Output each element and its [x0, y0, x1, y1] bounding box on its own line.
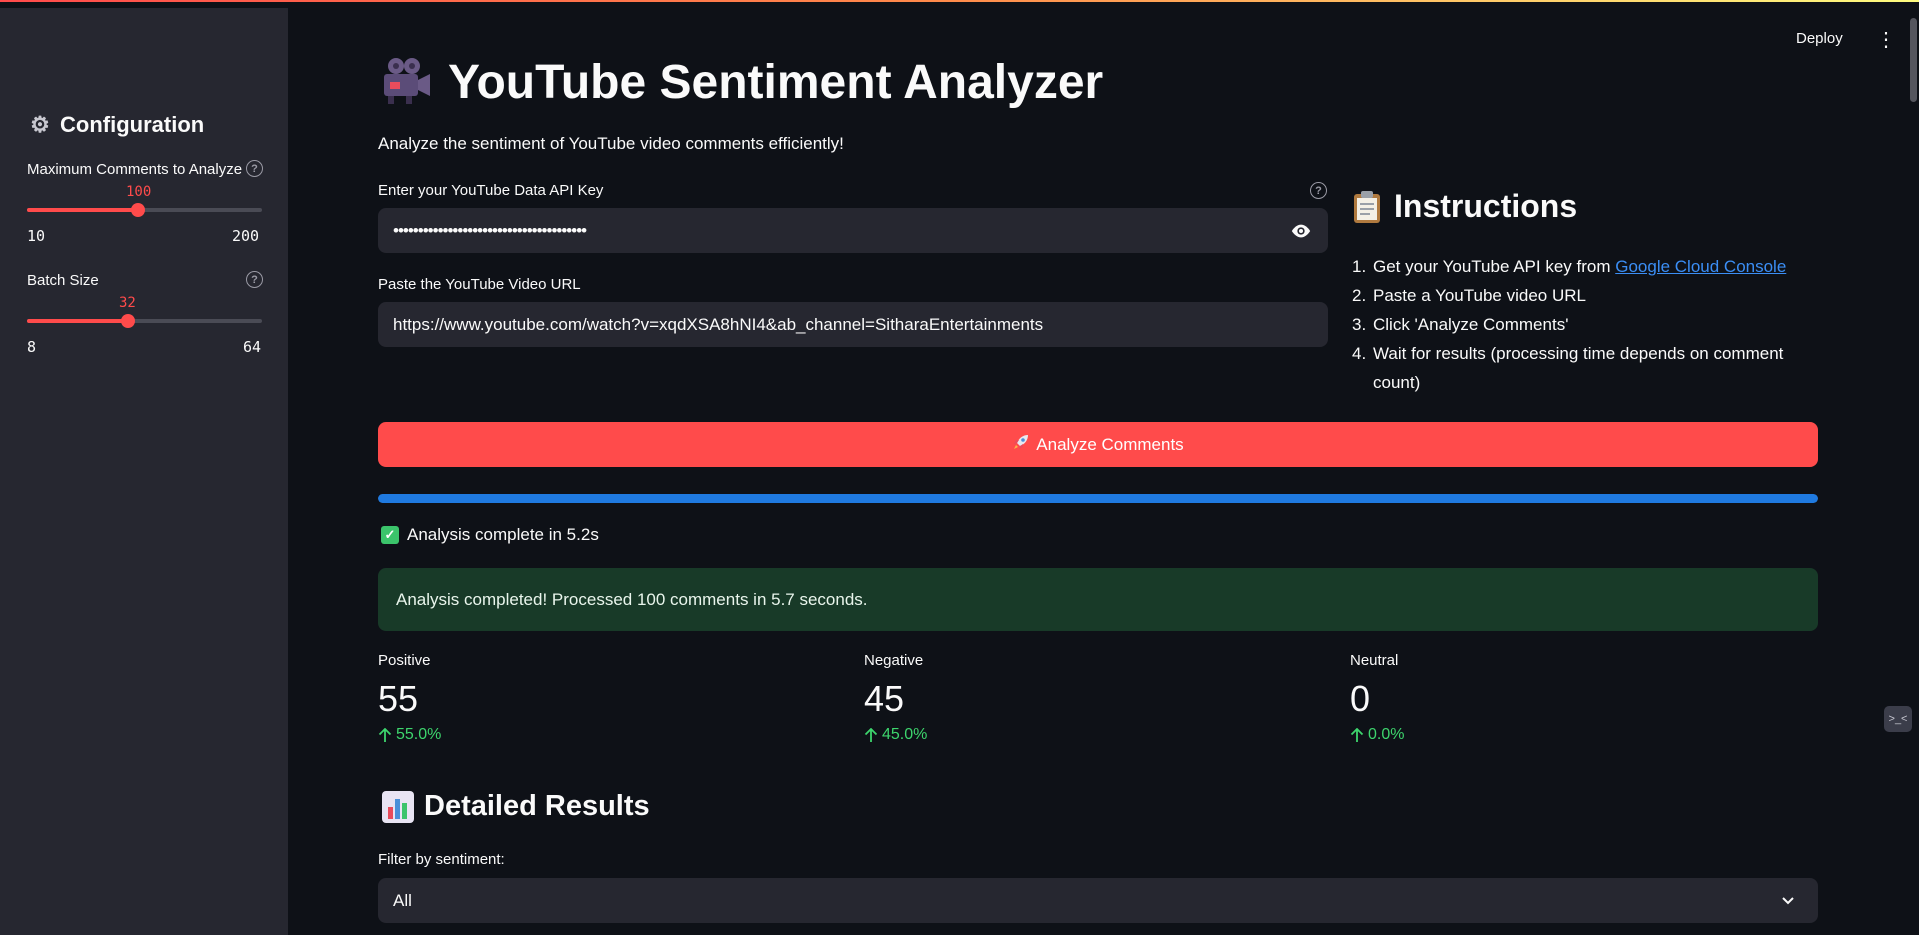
status-line: ✓ Analysis complete in 5.2s — [381, 525, 599, 545]
page-title-text: YouTube Sentiment Analyzer — [448, 55, 1104, 109]
batch-size-max: 64 — [243, 338, 262, 356]
instructions-title-text: Instructions — [1394, 188, 1578, 224]
api-key-label: Enter your YouTube Data API Key — [378, 182, 604, 199]
batch-size-value: 32 — [119, 295, 136, 311]
step-text: Click 'Analyze Comments' — [1373, 315, 1569, 334]
metric-delta-text: 45.0% — [882, 726, 928, 743]
video-url-label: Paste the YouTube Video URL — [378, 276, 581, 293]
scrollbar[interactable] — [1910, 18, 1917, 102]
step-text-part: Get your YouTube API key from — [1373, 257, 1616, 276]
analyze-button-label: Analyze Comments — [1036, 434, 1184, 454]
clipboard-icon — [1352, 190, 1382, 224]
sidebar-title-text: Configuration — [60, 112, 205, 137]
progress-bar-fill — [378, 494, 1818, 503]
filter-label: Filter by sentiment: — [378, 851, 505, 868]
analyze-comments-button[interactable]: Analyze Comments — [378, 422, 1818, 467]
instructions-title: Instructions — [1352, 188, 1577, 225]
metric-delta-text: 0.0% — [1368, 726, 1405, 743]
instruction-step: 2. Paste a YouTube video URL — [1352, 281, 1792, 310]
metric-label: Positive — [378, 652, 431, 669]
streamlit-badge-icon[interactable]: >_< — [1884, 706, 1912, 732]
help-icon[interactable]: ? — [246, 271, 263, 288]
detailed-results-title: Detailed Results — [382, 790, 650, 823]
arrow-up-icon — [1350, 727, 1364, 742]
instruction-step: 1. Get your YouTube API key from Google … — [1352, 252, 1792, 281]
video-url-input[interactable]: https://www.youtube.com/watch?v=xqdXSA8h… — [378, 302, 1328, 347]
api-key-value: ••••••••••••••••••••••••••••••••••••••• — [393, 220, 587, 240]
status-text: Analysis complete in 5.2s — [407, 525, 599, 544]
metric-label: Negative — [864, 652, 924, 669]
instruction-step: 3. Click 'Analyze Comments' — [1352, 310, 1792, 339]
metric-value: 0 — [1350, 678, 1371, 719]
metric-value: 55 — [378, 678, 419, 719]
arrow-up-icon — [864, 727, 878, 742]
step-number: 3. — [1352, 315, 1367, 334]
sidebar: ⚙ Configuration Maximum Comments to Anal… — [0, 8, 288, 935]
metric-value: 45 — [864, 678, 905, 719]
batch-size-slider[interactable] — [27, 319, 262, 323]
metric-negative: Negative 45 45.0% — [864, 652, 1164, 744]
movie-camera-icon — [378, 54, 434, 110]
max-comments-max: 200 — [232, 227, 260, 245]
metric-neutral: Neutral 0 0.0% — [1350, 652, 1650, 744]
detailed-results-text: Detailed Results — [424, 790, 650, 822]
max-comments-value: 100 — [126, 184, 152, 200]
help-icon[interactable]: ? — [1310, 182, 1327, 199]
metric-positive: Positive 55 55.0% — [378, 652, 678, 744]
select-value: All — [393, 890, 412, 910]
show-password-icon[interactable] — [1290, 220, 1312, 242]
max-comments-label: Maximum Comments to Analyze — [27, 161, 243, 178]
step-text: Get your YouTube API key from Google Clo… — [1373, 252, 1786, 281]
max-comments-slider-fill — [27, 208, 139, 212]
page-title: YouTube Sentiment Analyzer — [378, 54, 1103, 110]
chevron-down-icon — [1782, 897, 1794, 905]
instruction-step: 4. Wait for results (processing time dep… — [1352, 339, 1792, 397]
rocket-icon — [1012, 433, 1030, 456]
help-icon[interactable]: ? — [246, 160, 263, 177]
metric-delta: 0.0% — [1350, 726, 1650, 744]
max-comments-slider-thumb[interactable] — [131, 203, 146, 217]
google-cloud-console-link[interactable]: Google Cloud Console — [1615, 257, 1786, 276]
step-number: 2. — [1352, 286, 1367, 305]
batch-size-min: 8 — [27, 338, 37, 356]
max-comments-min: 10 — [27, 227, 46, 245]
metric-delta: 45.0% — [864, 726, 1164, 744]
gear-icon: ⚙ — [30, 112, 50, 137]
step-number: 4. — [1352, 344, 1367, 363]
batch-size-slider-thumb[interactable] — [120, 314, 135, 328]
deploy-button[interactable]: Deploy — [1796, 30, 1843, 47]
progress-bar — [378, 494, 1818, 503]
step-text: Wait for results (processing time depend… — [1373, 344, 1784, 392]
sidebar-title: ⚙ Configuration — [28, 112, 204, 138]
metric-delta-text: 55.0% — [396, 726, 442, 743]
success-text: Analysis completed! Processed 100 commen… — [396, 589, 868, 609]
batch-size-slider-fill — [27, 319, 128, 323]
check-icon: ✓ — [381, 526, 399, 544]
metric-label: Neutral — [1350, 652, 1399, 669]
step-text: Paste a YouTube video URL — [1373, 286, 1586, 305]
metric-delta: 55.0% — [378, 726, 678, 744]
batch-size-label: Batch Size — [27, 272, 99, 289]
arrow-up-icon — [378, 727, 392, 742]
api-key-input[interactable]: ••••••••••••••••••••••••••••••••••••••• — [378, 208, 1328, 253]
top-decoration-bar — [0, 0, 1919, 8]
step-number: 1. — [1352, 257, 1367, 276]
sentiment-filter-select[interactable]: All — [378, 878, 1818, 923]
more-menu-icon[interactable]: ⋮ — [1876, 30, 1896, 50]
video-url-value: https://www.youtube.com/watch?v=xqdXSA8h… — [393, 314, 1044, 334]
instructions-list: 1. Get your YouTube API key from Google … — [1352, 252, 1792, 397]
success-alert: Analysis completed! Processed 100 commen… — [378, 568, 1818, 631]
page-subtitle: Analyze the sentiment of YouTube video c… — [378, 134, 844, 153]
bar-chart-icon — [382, 790, 414, 823]
